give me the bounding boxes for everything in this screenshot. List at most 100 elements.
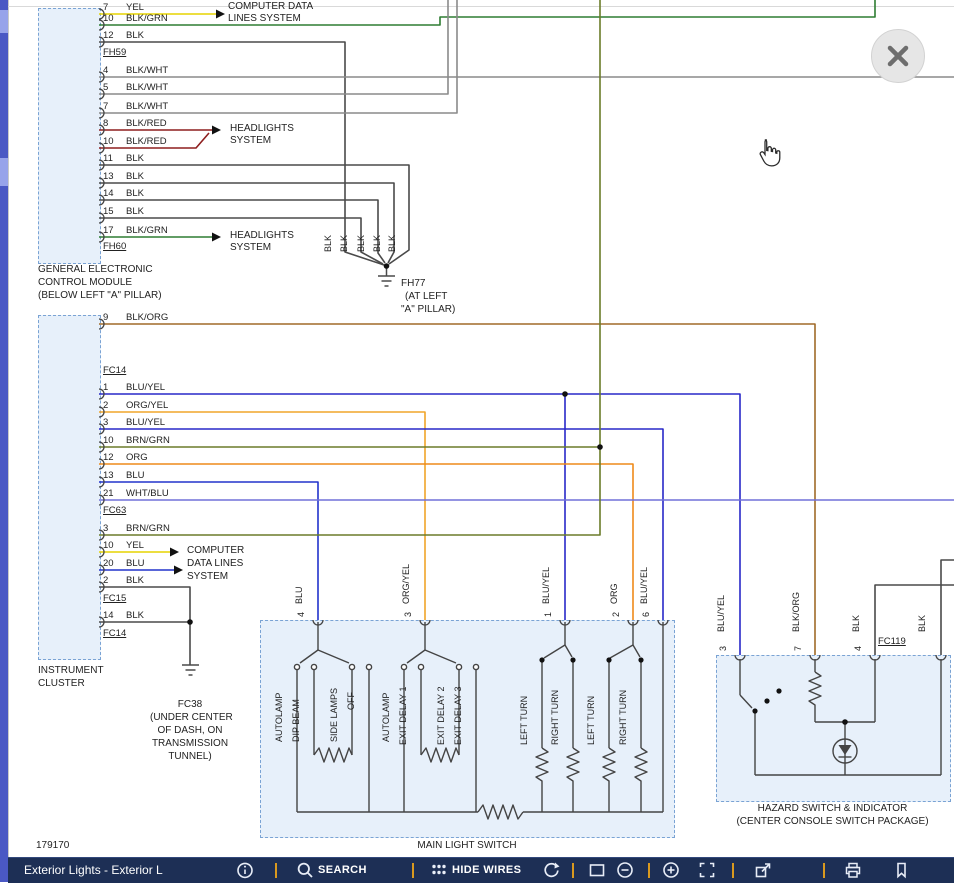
component-title: INSTRUMENT (38, 665, 104, 677)
wire-code: BLK (126, 188, 144, 199)
pin-number: 7 (103, 101, 126, 113)
contact-dot (539, 657, 544, 662)
system-ref: LINES SYSTEM (228, 13, 301, 25)
pin-number: 3 (403, 612, 414, 617)
pin-number: 3 (103, 523, 126, 535)
pin-row: 14BLK (103, 188, 144, 200)
zoom-in-icon[interactable] (662, 861, 680, 879)
search-icon[interactable] (296, 861, 314, 879)
contact-circle (418, 664, 423, 669)
wire-code: BLK/GRN (126, 225, 168, 236)
wire-code-vertical: BLK (323, 235, 334, 252)
diagram-title: Exterior Lights - Exterior L (24, 863, 163, 877)
wire-code-vertical: BLU/YEL (716, 595, 727, 632)
connector-label: FC63 (103, 505, 126, 517)
switch-blade (740, 695, 752, 708)
wire-code: BRN/GRN (126, 523, 170, 534)
pin-number: 21 (103, 488, 126, 500)
junction-dot (842, 719, 848, 725)
system-ref: SYSTEM (187, 571, 228, 583)
wire-org (99, 464, 633, 620)
pin-row: 15BLK (103, 206, 144, 218)
pin-number: 14 (103, 188, 126, 200)
resistor (603, 748, 615, 812)
ground-location: (UNDER CENTER (150, 712, 230, 724)
pin-number: 10 (103, 13, 126, 25)
wire-blk (941, 560, 954, 655)
component-title: CLUSTER (38, 678, 85, 690)
zoom-out-icon[interactable] (616, 861, 634, 879)
ground-location: OF DASH, ON (150, 725, 230, 737)
close-button[interactable] (871, 29, 925, 83)
wire-code: WHT/BLU (126, 488, 169, 499)
wire-code: BLK/WHT (126, 82, 168, 93)
wire-code: BLU/YEL (126, 382, 165, 393)
contact-circle (311, 664, 316, 669)
pin-row: 14BLK (103, 610, 144, 622)
pin-number: 20 (103, 558, 126, 570)
connector-label: FC119 (878, 636, 906, 648)
pin-number: 13 (103, 171, 126, 183)
info-icon[interactable] (236, 861, 254, 879)
wire-code-vertical: BLK (339, 235, 350, 252)
contact-circle (349, 664, 354, 669)
switch-blade (425, 650, 456, 663)
ground-location: TRANSMISSION (150, 738, 230, 750)
contact-circle (456, 664, 461, 669)
resistor (635, 748, 647, 812)
toolbar-separator (823, 863, 825, 878)
switch-blade (318, 650, 349, 663)
pin-row: 13BLK (103, 171, 144, 183)
switch-position-label: AUTOLAMP (274, 693, 285, 742)
reset-icon[interactable] (542, 861, 560, 879)
open-diagram-icon[interactable] (754, 861, 772, 879)
pin-row: 2BLK (103, 575, 144, 587)
toolbar-separator (732, 863, 734, 878)
pin-row: 1BLU/YEL (103, 382, 165, 394)
pin-row: 20BLU (103, 558, 144, 570)
connector-label: FC14 (103, 628, 126, 640)
resistor (567, 748, 579, 812)
component-title: (BELOW LEFT "A" PILLAR) (38, 290, 162, 302)
pin-row: 10YEL (103, 540, 144, 552)
hazard-internals (740, 659, 941, 775)
fit-screen-icon[interactable] (698, 861, 716, 879)
pin-number: 3 (718, 646, 729, 651)
pin-row: 13BLU (103, 470, 144, 482)
bottom-toolbar: Exterior Lights - Exterior L SEARCH HIDE… (8, 857, 954, 883)
resistor (478, 805, 523, 819)
pin-number: 1 (103, 382, 126, 394)
contact-dot (638, 657, 643, 662)
pin-row: 10BLK/GRN (103, 13, 168, 25)
pin-number: 4 (103, 65, 126, 77)
contact-circle (401, 664, 406, 669)
pin-row: 4BLK/WHT (103, 65, 168, 77)
wire-code: BLK/WHT (126, 101, 168, 112)
switch-position-label: EXIT DELAY 2 (436, 686, 447, 745)
pin-row: 11BLK (103, 153, 144, 165)
search-button[interactable]: SEARCH (318, 864, 367, 876)
junction-dot (597, 444, 603, 450)
switch-blade (565, 645, 572, 657)
print-icon[interactable] (844, 861, 862, 879)
save-bookmark-icon[interactable] (892, 861, 910, 879)
switch-position-label: RIGHT TURN (618, 690, 629, 745)
hide-wires-icon[interactable] (430, 861, 448, 879)
wire-code: BLU (126, 558, 144, 569)
arrow-icon (216, 10, 225, 19)
toolbar-separator (648, 863, 650, 878)
wire-code-vertical: BLK (387, 235, 398, 252)
toolbar-separator (275, 863, 277, 878)
hide-wires-button[interactable]: HIDE WIRES (452, 864, 521, 876)
wire-code: BLK/GRN (126, 13, 168, 24)
pin-number: 15 (103, 206, 126, 218)
pin-row: 12BLK (103, 30, 144, 42)
component-title: GENERAL ELECTRONIC (38, 264, 153, 276)
pin-row: 8BLK/RED (103, 118, 167, 130)
wire-code: BLK/RED (126, 136, 167, 147)
junction-dots (187, 263, 848, 725)
pin-number: 12 (103, 452, 126, 464)
fullscreen-icon[interactable] (588, 861, 606, 879)
component-title: CONTROL MODULE (38, 277, 132, 289)
toolbar-separator (412, 863, 414, 878)
